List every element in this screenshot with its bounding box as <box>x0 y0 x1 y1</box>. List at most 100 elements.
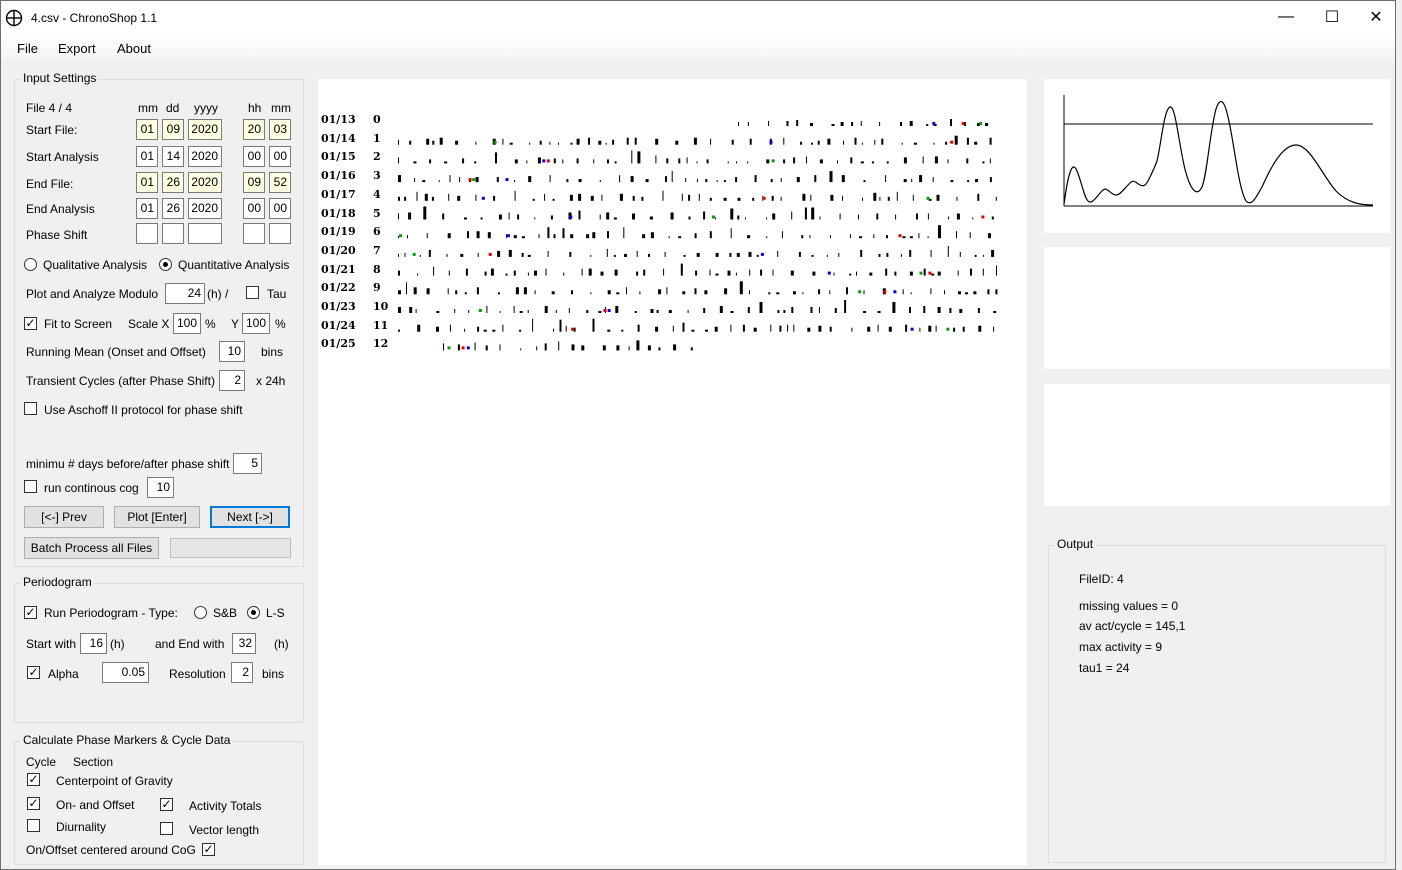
phase-shift-hour[interactable] <box>243 223 265 244</box>
activity-bar <box>916 213 918 220</box>
end-with-input[interactable]: 32 <box>232 633 256 654</box>
start-file-minute[interactable]: 03 <box>269 119 291 140</box>
start-analysis-minute[interactable]: 00 <box>269 146 291 167</box>
activity-bar <box>513 235 517 239</box>
start-analysis-label: Start Analysis <box>26 150 99 164</box>
activity-bar <box>528 176 532 183</box>
activity-bar <box>547 250 549 257</box>
offset-marker <box>571 327 575 331</box>
activity-bar <box>565 325 567 332</box>
activity-bar <box>735 177 738 183</box>
modulo-input[interactable]: 24 <box>165 283 205 304</box>
start-file-hour[interactable]: 20 <box>243 119 265 140</box>
centered-cog-checkbox[interactable]: ✓ <box>202 843 215 856</box>
end-file-hour[interactable]: 09 <box>243 172 265 193</box>
end-analysis-minute[interactable]: 00 <box>269 198 291 219</box>
end-analysis-day[interactable]: 26 <box>162 198 184 219</box>
start-with-label: Start with <box>26 637 77 651</box>
close-button[interactable]: ✕ <box>1353 1 1399 33</box>
tau-checkbox[interactable] <box>246 286 259 299</box>
phase-shift-minute[interactable] <box>269 223 291 244</box>
end-file-day[interactable]: 26 <box>162 172 184 193</box>
phase-shift-day[interactable] <box>162 223 184 244</box>
activity-bar <box>600 271 604 276</box>
cog-marker <box>481 196 485 200</box>
onset-marker <box>447 346 451 350</box>
start-analysis-year[interactable]: 2020 <box>188 146 222 167</box>
activity-bar <box>749 269 751 276</box>
activity-bar <box>438 180 440 183</box>
end-analysis-hour[interactable]: 00 <box>243 198 265 219</box>
activity-bar <box>539 140 542 145</box>
sb-radio[interactable] <box>194 606 207 619</box>
menu-about[interactable]: About <box>117 41 151 56</box>
scale-y-input[interactable]: 100 <box>242 313 270 334</box>
batch-process-button[interactable]: Batch Process all Files <box>24 537 159 559</box>
min-days-input[interactable]: 5 <box>233 453 262 474</box>
activity-bar <box>753 327 757 332</box>
alpha-input[interactable]: 0.05 <box>102 662 149 683</box>
menu-file[interactable]: File <box>17 41 38 56</box>
activity-bar <box>636 271 639 276</box>
activity-bar <box>570 234 574 239</box>
activity-bar <box>947 159 949 164</box>
quantitative-radio[interactable] <box>159 258 172 271</box>
phase-shift-year[interactable] <box>188 223 222 244</box>
onoff-checkbox[interactable]: ✓ <box>27 797 40 810</box>
maximize-button[interactable]: ☐ <box>1309 1 1355 33</box>
scale-x-input[interactable]: 100 <box>173 313 201 334</box>
activity-bar <box>544 306 548 313</box>
qualitative-radio[interactable] <box>24 258 37 271</box>
phase-shift-month[interactable] <box>136 223 158 244</box>
diurnality-checkbox[interactable] <box>27 819 40 832</box>
start-with-input[interactable]: 16 <box>80 633 107 654</box>
activity-bar <box>569 194 573 201</box>
run-periodogram-checkbox[interactable]: ✓ <box>24 606 37 619</box>
minimize-button[interactable]: — <box>1263 1 1309 33</box>
end-file-minute[interactable]: 52 <box>269 172 291 193</box>
ls-radio[interactable] <box>247 606 260 619</box>
vector-length-checkbox[interactable] <box>160 822 173 835</box>
end-file-year[interactable]: 2020 <box>188 172 222 193</box>
start-file-day[interactable]: 09 <box>162 119 184 140</box>
transient-input[interactable]: 2 <box>219 370 245 391</box>
start-file-year[interactable]: 2020 <box>188 119 222 140</box>
running-mean-input[interactable]: 10 <box>219 341 245 362</box>
activity-bar <box>932 177 934 183</box>
activity-bar <box>935 325 937 332</box>
activity-bar <box>398 253 399 257</box>
activity-bar <box>666 287 668 295</box>
start-analysis-day[interactable]: 14 <box>162 146 184 167</box>
activity-bar <box>547 227 550 239</box>
start-analysis-month[interactable]: 01 <box>136 146 158 167</box>
resolution-input[interactable]: 2 <box>231 662 253 683</box>
activity-bar <box>443 343 444 351</box>
activity-bar <box>983 254 985 257</box>
start-file-month[interactable]: 01 <box>136 119 158 140</box>
end-analysis-year[interactable]: 2020 <box>188 198 222 219</box>
aschoff-checkbox[interactable] <box>24 402 37 415</box>
prev-button[interactable]: [<-] Prev <box>24 506 104 528</box>
continuous-cog-checkbox[interactable] <box>24 480 37 493</box>
activity-bar <box>563 272 565 276</box>
run-periodogram-label: Run Periodogram - Type: <box>44 606 178 620</box>
activity-bar <box>834 308 837 313</box>
activity-bar <box>926 124 929 126</box>
activity-bar <box>804 207 807 220</box>
continuous-cog-input[interactable]: 10 <box>147 477 174 498</box>
end-analysis-month[interactable]: 01 <box>136 198 158 219</box>
next-button[interactable]: Next [->] <box>210 506 290 528</box>
activity-bar <box>911 179 913 183</box>
plot-button[interactable]: Plot [Enter] <box>114 506 200 528</box>
menu-export[interactable]: Export <box>58 41 96 56</box>
alpha-checkbox[interactable]: ✓ <box>27 666 40 679</box>
end-file-month[interactable]: 01 <box>136 172 158 193</box>
offset-marker <box>981 215 985 219</box>
activity-totals-checkbox[interactable]: ✓ <box>160 798 173 811</box>
cog-checkbox[interactable]: ✓ <box>27 773 40 786</box>
onset-marker <box>979 122 982 125</box>
activity-bar <box>624 253 627 257</box>
start-analysis-hour[interactable]: 00 <box>243 146 265 167</box>
onset-marker <box>478 309 482 312</box>
fit-to-screen-checkbox[interactable]: ✓ <box>24 317 37 330</box>
